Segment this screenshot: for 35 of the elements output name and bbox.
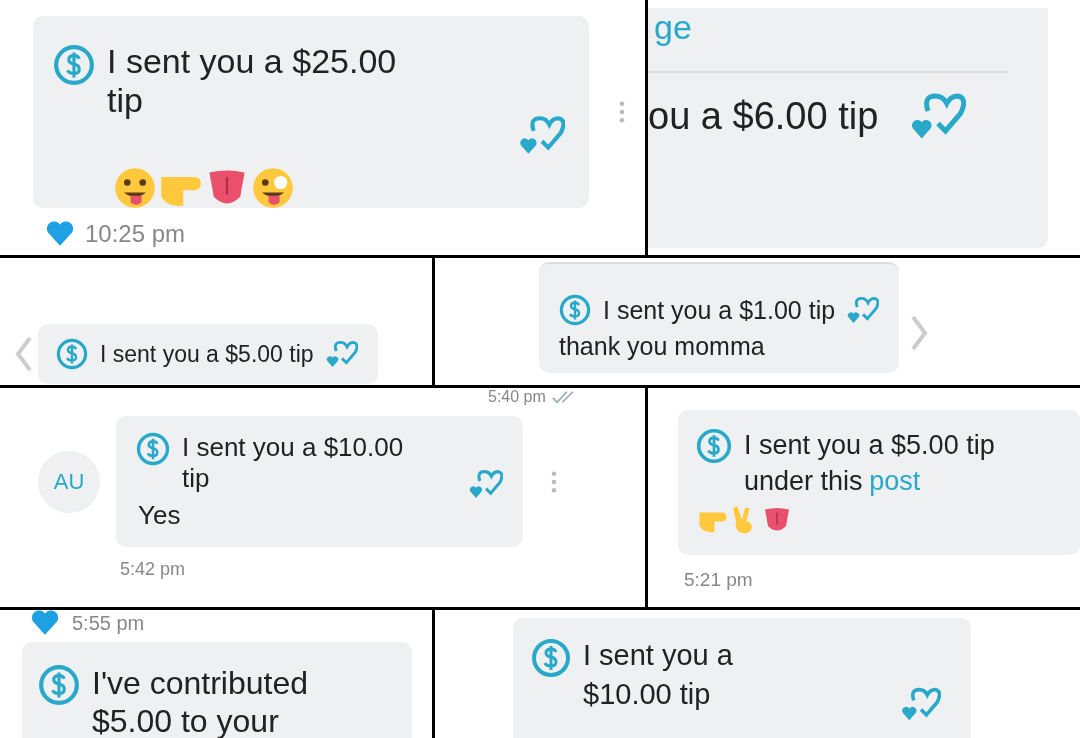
- more-icon[interactable]: [551, 470, 557, 493]
- chevron-left-icon[interactable]: [14, 334, 34, 374]
- dollar-icon: [531, 638, 571, 678]
- heart-check-icon[interactable]: [910, 91, 967, 141]
- post-link[interactable]: post: [869, 465, 921, 496]
- tip-message: I sent you a $10.00 tip: [182, 432, 405, 494]
- heart-check-icon[interactable]: [847, 294, 880, 326]
- tip-message: I sent you a $10.00 tip: [583, 638, 734, 713]
- link-text[interactable]: ge: [648, 8, 1048, 47]
- tip-message: I sent you a $5.00 tip: [100, 340, 314, 368]
- dollar-icon: [38, 664, 80, 706]
- tip-message: I sent you a $1.00 tip: [603, 295, 836, 325]
- dollar-icon: [696, 428, 732, 464]
- tip-message: I sent you a $25.00 tip: [107, 42, 398, 121]
- tongue-face-emoji-icon: [113, 166, 157, 210]
- tip-message: I sent you a $5.00 tip under this post: [744, 429, 996, 498]
- zany-face-emoji-icon: [251, 166, 295, 210]
- message-time: 5:40 pm: [488, 388, 546, 406]
- heart-check-icon[interactable]: [901, 686, 941, 722]
- dollar-icon: [53, 44, 95, 86]
- message-text: thank you momma: [559, 332, 766, 361]
- heart-check-icon[interactable]: [469, 468, 503, 500]
- heart-check-icon[interactable]: [519, 114, 565, 156]
- dollar-icon: [559, 294, 591, 326]
- dollar-icon: [56, 338, 88, 370]
- message-time: 5:21 pm: [684, 569, 753, 592]
- avatar: AU: [38, 450, 100, 513]
- message-time: 5:42 pm: [120, 559, 186, 580]
- dollar-icon: [136, 432, 170, 466]
- message-text: Yes: [138, 500, 182, 531]
- message-time: 10:25 pm: [85, 220, 186, 248]
- tip-message: ou a $6.00 tip: [648, 94, 879, 138]
- message-time: 5:55 pm: [72, 611, 145, 635]
- heart-check-icon[interactable]: [325, 338, 358, 370]
- more-icon[interactable]: [619, 101, 625, 123]
